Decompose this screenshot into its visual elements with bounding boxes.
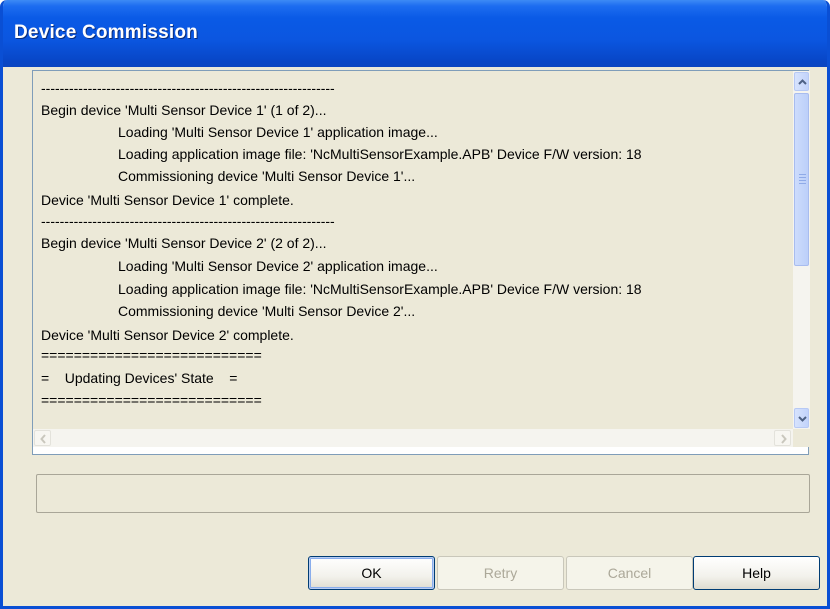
log-line: Commissioning device 'Multi Sensor Devic… bbox=[118, 303, 416, 319]
log-line: Commissioning device 'Multi Sensor Devic… bbox=[118, 168, 416, 184]
log-text-area[interactable]: ----------------------------------------… bbox=[33, 71, 793, 429]
log-line: Loading application image file: 'NcMulti… bbox=[118, 281, 642, 297]
log-line: Loading application image file: 'NcMulti… bbox=[118, 146, 642, 162]
log-line: Device 'Multi Sensor Device 2' complete. bbox=[41, 327, 294, 343]
log-line: Loading 'Multi Sensor Device 1' applicat… bbox=[118, 124, 438, 140]
log-line: Device 'Multi Sensor Device 1' complete. bbox=[41, 192, 294, 208]
cancel-button[interactable]: Cancel bbox=[566, 556, 693, 590]
scroll-left-button[interactable] bbox=[34, 430, 51, 446]
help-button[interactable]: Help bbox=[693, 556, 820, 590]
log-line: Begin device 'Multi Sensor Device 1' (1 … bbox=[41, 102, 327, 118]
commission-log[interactable]: ----------------------------------------… bbox=[32, 70, 810, 455]
log-line: Loading 'Multi Sensor Device 2' applicat… bbox=[118, 258, 438, 274]
scroll-down-button[interactable] bbox=[794, 408, 809, 428]
log-line: =========================== bbox=[41, 392, 262, 408]
ok-button[interactable]: OK bbox=[308, 556, 435, 590]
log-line: ----------------------------------------… bbox=[41, 213, 335, 229]
log-line: Begin device 'Multi Sensor Device 2' (2 … bbox=[41, 235, 327, 251]
log-line: ----------------------------------------… bbox=[41, 80, 335, 96]
log-line: =========================== bbox=[41, 347, 262, 363]
title-bar[interactable]: Device Commission bbox=[3, 0, 827, 67]
chevron-up-icon bbox=[798, 79, 807, 85]
retry-button[interactable]: Retry bbox=[437, 556, 564, 590]
scroll-right-button[interactable] bbox=[774, 430, 791, 446]
window-title: Device Commission bbox=[14, 22, 198, 43]
vertical-scroll-thumb[interactable] bbox=[794, 93, 809, 266]
chevron-down-icon bbox=[798, 416, 807, 422]
scroll-up-button[interactable] bbox=[794, 72, 809, 91]
log-line: = Updating Devices' State = bbox=[41, 370, 238, 386]
scrollbar-corner bbox=[793, 429, 810, 447]
chevron-left-icon bbox=[40, 434, 46, 444]
chevron-right-icon bbox=[781, 434, 787, 444]
vertical-scrollbar[interactable] bbox=[793, 71, 810, 429]
status-field bbox=[36, 474, 810, 513]
device-commission-dialog: Device Commission ----------------------… bbox=[0, 0, 830, 609]
horizontal-scrollbar[interactable] bbox=[33, 429, 793, 447]
